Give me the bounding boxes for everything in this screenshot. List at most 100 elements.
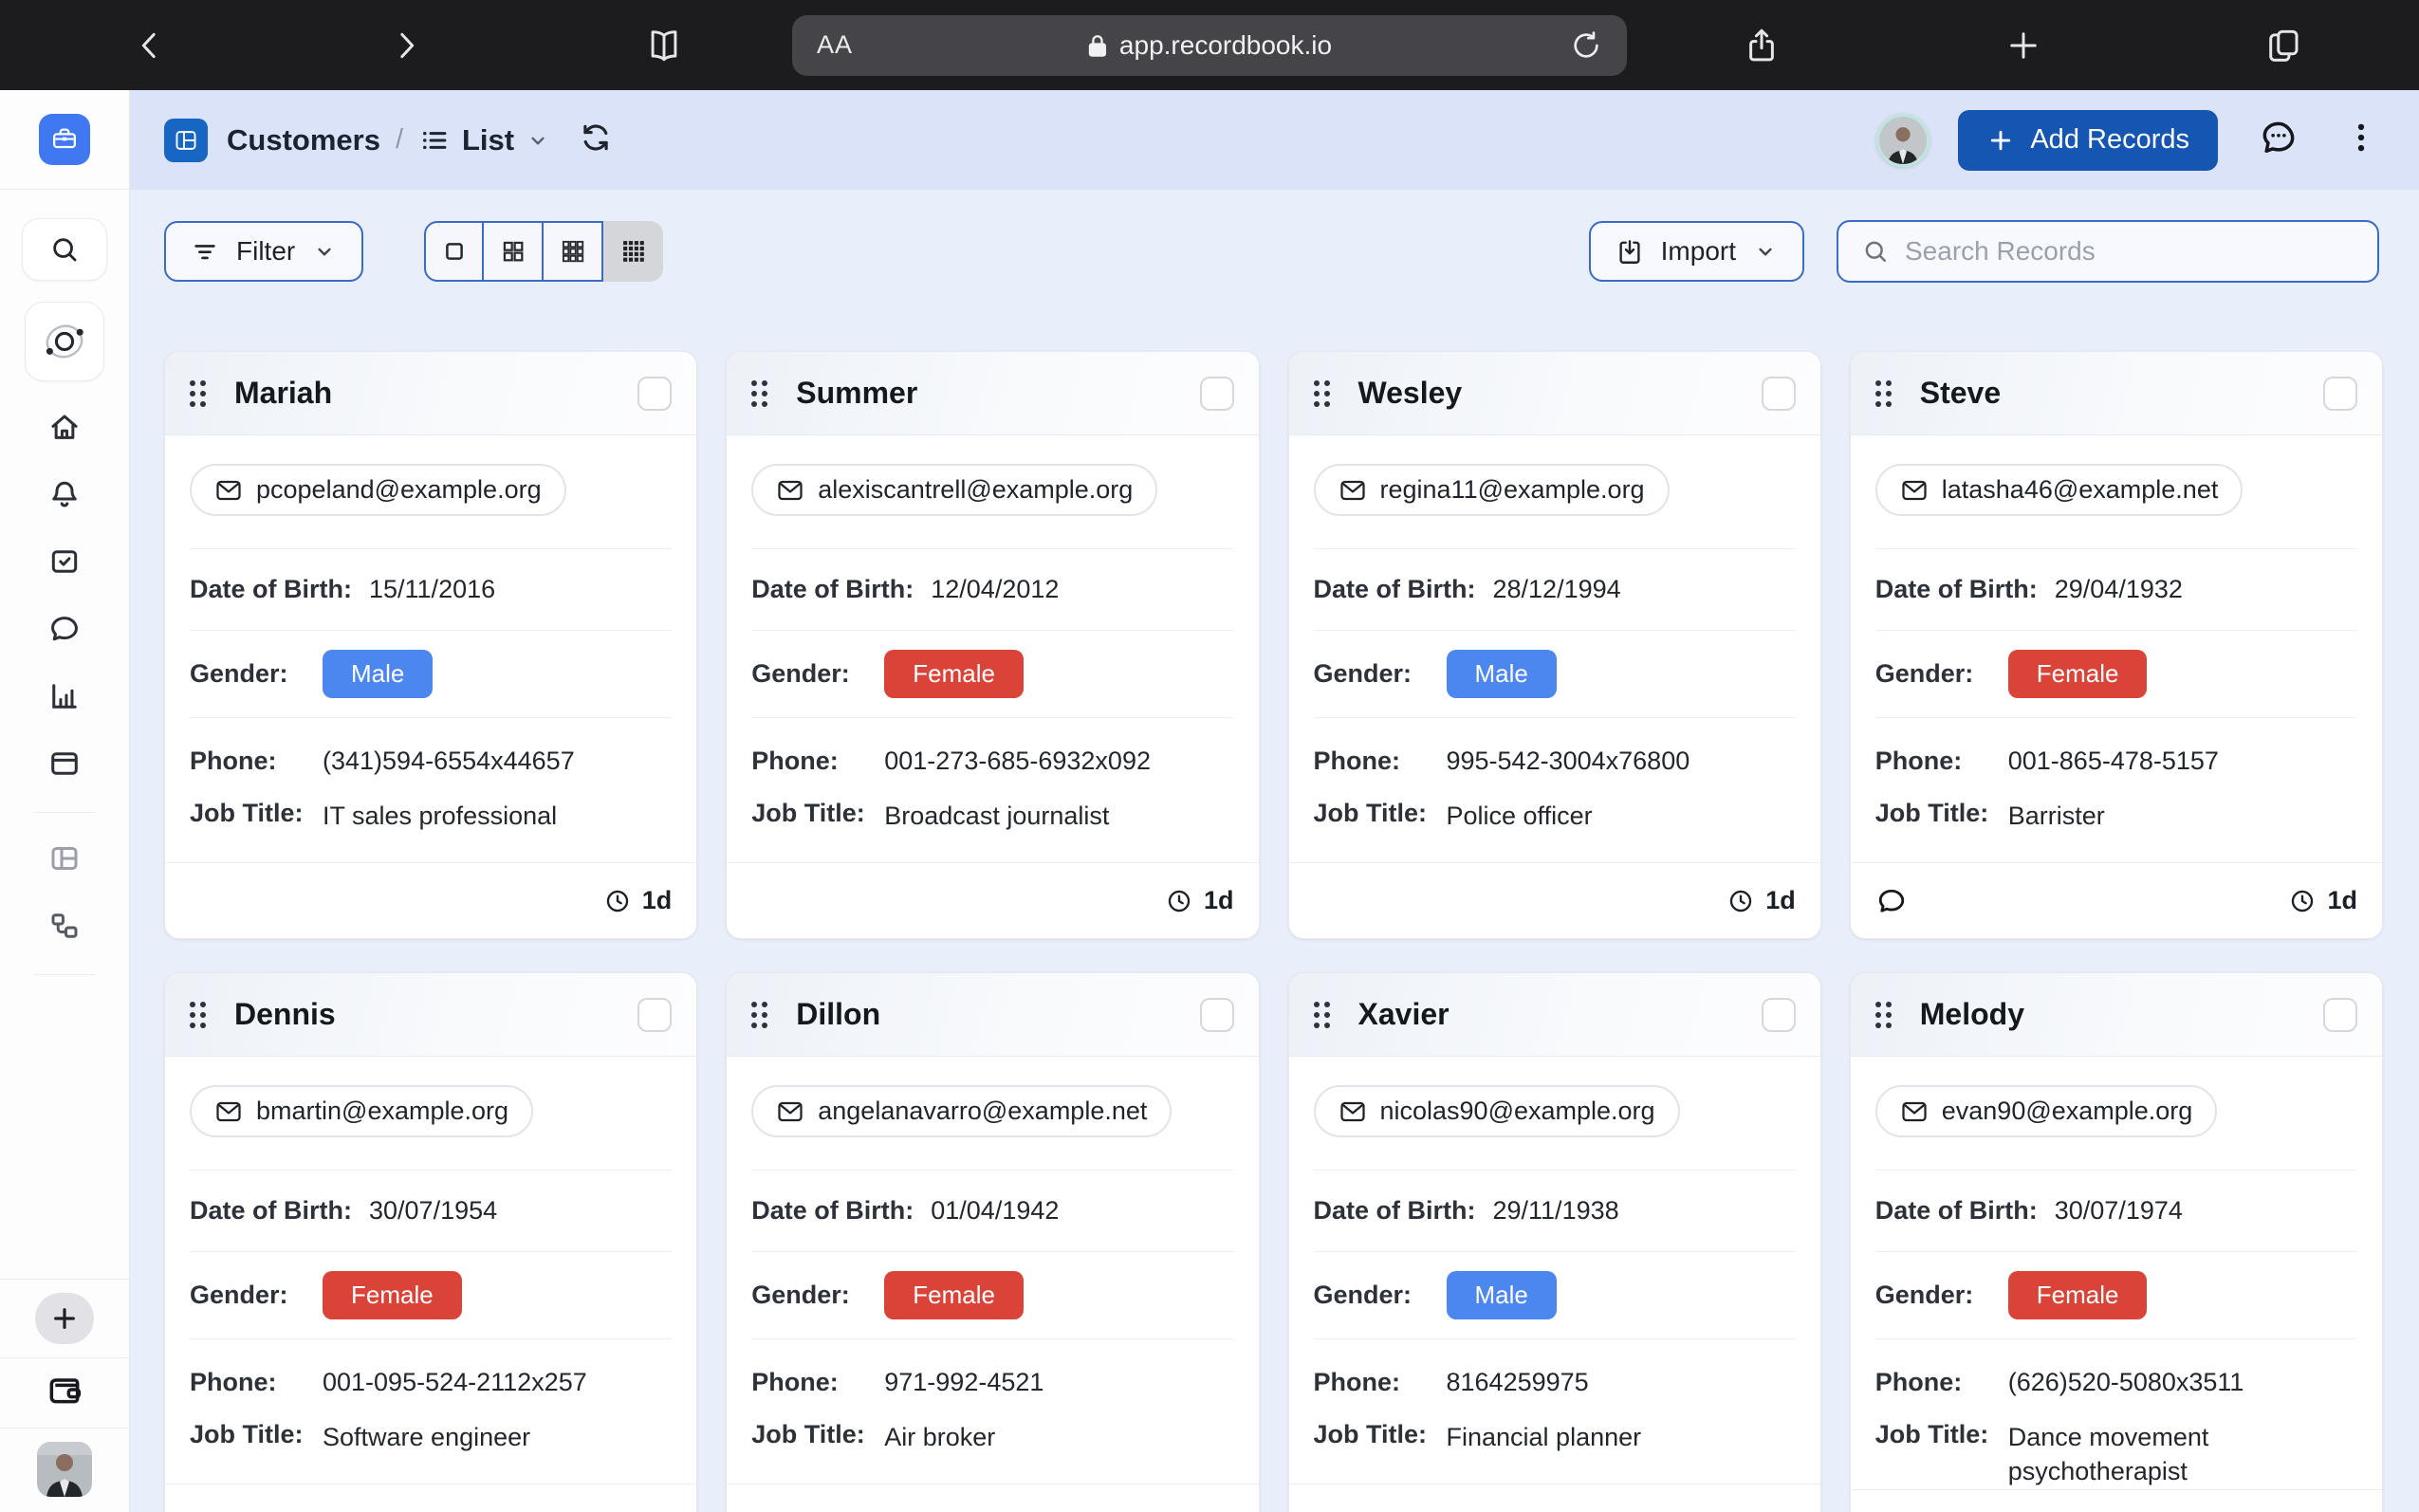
- dob-row: Date of Birth: 28/12/1994: [1314, 549, 1796, 630]
- share-icon[interactable]: [1742, 26, 1782, 65]
- import-button[interactable]: Import: [1589, 221, 1804, 282]
- record-card-body: nicolas90@example.org Date of Birth: 29/…: [1289, 1057, 1820, 1484]
- record-name[interactable]: Summer: [796, 376, 917, 411]
- dob-label: Date of Birth:: [1314, 1196, 1476, 1226]
- phone-row: Phone: 001-095-524-2112x257: [190, 1339, 672, 1405]
- record-checkbox[interactable]: [2323, 377, 2357, 411]
- dob-value: 29/11/1938: [1493, 1196, 1619, 1226]
- record-name[interactable]: Dennis: [234, 997, 336, 1032]
- record-email-chip[interactable]: regina11@example.org: [1314, 464, 1670, 516]
- record-checkbox[interactable]: [637, 998, 672, 1032]
- sidebar-pages-item[interactable]: [47, 747, 82, 785]
- support-chat-icon[interactable]: [2258, 117, 2299, 163]
- phone-row: Phone: 995-542-3004x76800: [1314, 718, 1796, 784]
- comment-icon[interactable]: [1875, 885, 1908, 917]
- drag-handle-icon[interactable]: [190, 1002, 206, 1028]
- job-title-row: Job Title: Financial planner: [1314, 1405, 1796, 1454]
- text-size-button[interactable]: AA: [817, 30, 853, 60]
- record-checkbox[interactable]: [1762, 377, 1796, 411]
- record-email-chip[interactable]: pcopeland@example.org: [190, 464, 566, 516]
- breadcrumb-table-name[interactable]: Customers: [227, 123, 380, 157]
- record-card: Dillon angelanavarro@example.net Date of…: [726, 972, 1259, 1512]
- view-size-3-button[interactable]: [544, 221, 603, 282]
- workspace-logo[interactable]: [39, 114, 90, 165]
- record-name[interactable]: Dillon: [796, 997, 880, 1032]
- record-name[interactable]: Mariah: [234, 376, 332, 411]
- record-checkbox[interactable]: [2323, 998, 2357, 1032]
- table-breadcrumb-icon[interactable]: [164, 119, 208, 162]
- record-card-footer: 1d: [1289, 862, 1820, 938]
- view-size-1-button[interactable]: [424, 221, 484, 282]
- record-email: angelanavarro@example.net: [818, 1097, 1147, 1126]
- drag-handle-icon[interactable]: [1314, 1002, 1330, 1028]
- profile-avatar[interactable]: [1876, 114, 1930, 167]
- drag-handle-icon[interactable]: [1875, 380, 1892, 407]
- record-age: 1d: [642, 886, 673, 915]
- reload-icon[interactable]: [1570, 29, 1602, 62]
- record-email-chip[interactable]: nicolas90@example.org: [1314, 1085, 1680, 1137]
- sidebar-chat-item[interactable]: [47, 612, 82, 651]
- browser-back-icon[interactable]: [131, 27, 169, 65]
- sidebar-notifications-item[interactable]: [47, 477, 82, 516]
- nodes-icon: [47, 909, 82, 943]
- add-records-button[interactable]: Add Records: [1958, 110, 2218, 171]
- record-checkbox[interactable]: [1200, 377, 1234, 411]
- phone-label: Phone:: [751, 1368, 884, 1397]
- sidebar-tasks-item[interactable]: [47, 544, 82, 583]
- breadcrumb-view-selector[interactable]: List: [418, 123, 550, 157]
- bookmarks-icon[interactable]: [643, 25, 685, 66]
- record-age: 1d: [1765, 886, 1796, 915]
- job-title-row: Job Title: Broadcast journalist: [751, 784, 1233, 833]
- record-email-chip[interactable]: evan90@example.org: [1875, 1085, 2218, 1137]
- wallet-icon: [46, 1372, 83, 1410]
- address-bar[interactable]: AA app.recordbook.io: [792, 15, 1627, 76]
- job-title-label: Job Title:: [190, 1420, 323, 1449]
- sidebar-wallet-item[interactable]: [46, 1372, 83, 1414]
- dob-value: 30/07/1954: [369, 1196, 497, 1226]
- record-email: regina11@example.org: [1380, 475, 1645, 505]
- record-name[interactable]: Xavier: [1358, 997, 1450, 1032]
- view-size-4-button[interactable]: [603, 221, 663, 282]
- view-size-2-button[interactable]: [484, 221, 544, 282]
- record-checkbox[interactable]: [1200, 998, 1234, 1032]
- sidebar-workflows-item[interactable]: [47, 909, 82, 948]
- sidebar-divider: [0, 1357, 129, 1358]
- sidebar-workspace-button[interactable]: [25, 302, 104, 381]
- record-email-chip[interactable]: angelanavarro@example.net: [751, 1085, 1172, 1137]
- record-checkbox[interactable]: [637, 377, 672, 411]
- sidebar-search-button[interactable]: [22, 218, 107, 281]
- sidebar-add-button[interactable]: [35, 1293, 94, 1344]
- record-name[interactable]: Steve: [1920, 376, 2001, 411]
- record-email-chip[interactable]: alexiscantrell@example.org: [751, 464, 1157, 516]
- record-name[interactable]: Melody: [1920, 997, 2024, 1032]
- sidebar-user-avatar[interactable]: [37, 1442, 92, 1497]
- sidebar-reports-item[interactable]: [47, 679, 82, 718]
- profile-photo: [1879, 117, 1927, 164]
- drag-handle-icon[interactable]: [751, 380, 767, 407]
- job-title-value: Software engineer: [323, 1420, 530, 1454]
- drag-handle-icon[interactable]: [751, 1002, 767, 1028]
- record-email-chip[interactable]: latasha46@example.net: [1875, 464, 2244, 516]
- gender-pill: Male: [1447, 1271, 1557, 1319]
- record-name[interactable]: Wesley: [1358, 376, 1463, 411]
- record-card: Summer alexiscantrell@example.org Date o…: [726, 351, 1259, 939]
- toolbar-right: Import: [1589, 220, 2379, 283]
- filter-button[interactable]: Filter: [164, 221, 363, 282]
- drag-handle-icon[interactable]: [1875, 1002, 1892, 1028]
- age-group: 1d: [1727, 886, 1796, 915]
- sidebar-home-item[interactable]: [47, 410, 82, 449]
- refresh-view-icon[interactable]: [579, 120, 613, 159]
- record-checkbox[interactable]: [1762, 998, 1796, 1032]
- drag-handle-icon[interactable]: [1314, 380, 1330, 407]
- gender-label: Gender:: [1875, 659, 2008, 689]
- new-tab-icon[interactable]: [2004, 26, 2043, 65]
- record-card: Dennis bmartin@example.org Date of Birth…: [164, 972, 697, 1512]
- drag-handle-icon[interactable]: [190, 380, 206, 407]
- browser-forward-icon[interactable]: [387, 27, 425, 65]
- record-email-chip[interactable]: bmartin@example.org: [190, 1085, 533, 1137]
- sidebar-tables-item[interactable]: [47, 841, 82, 880]
- tabs-icon[interactable]: [2263, 26, 2303, 65]
- search-records-input[interactable]: [1905, 236, 2354, 267]
- search-icon: [1861, 237, 1890, 266]
- more-options-icon[interactable]: [2343, 120, 2379, 160]
